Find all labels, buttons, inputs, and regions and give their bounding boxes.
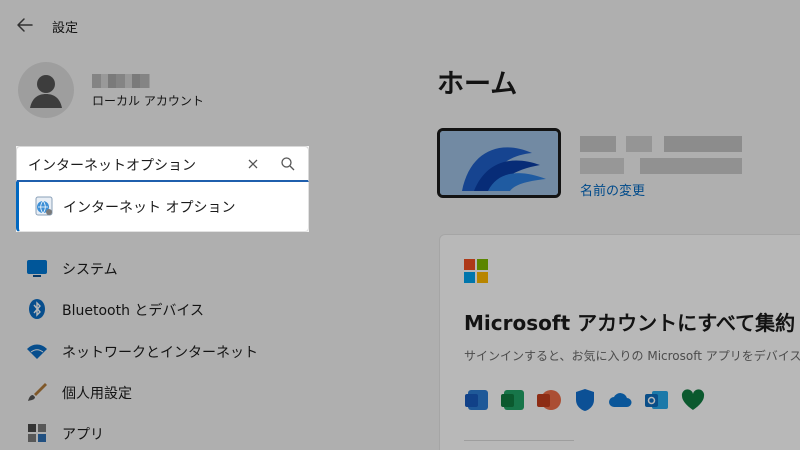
search-button[interactable] <box>279 155 297 173</box>
family-icon <box>680 387 706 413</box>
sidebar-item-label: ネットワークとインターネット <box>62 345 258 361</box>
defender-icon <box>572 387 598 413</box>
card-description: サインインすると、お気に入りの Microsoft アプリをデバイスに <box>464 349 800 363</box>
search-icon <box>281 157 295 171</box>
suggestion-label: インターネット オプション <box>63 200 236 216</box>
search-suggestion[interactable]: インターネット オプション <box>16 182 309 232</box>
sidebar-item-label: システム <box>62 262 118 278</box>
divider <box>464 440 574 441</box>
account-type: ローカル アカウント <box>92 94 204 108</box>
excel-icon <box>500 387 526 413</box>
microsoft-logo-icon <box>464 259 488 283</box>
brush-icon <box>26 381 48 403</box>
sidebar-item-personalization[interactable]: 個人用設定 <box>20 372 300 410</box>
wallpaper-bloom-icon <box>440 131 558 195</box>
title-bar: 設定 <box>0 0 800 50</box>
settings-window: 設定 ローカル アカウント システム Bluetooth とデバイス ネットワー… <box>0 0 800 450</box>
monitor-icon <box>26 257 48 279</box>
page-title: ホーム <box>437 69 518 100</box>
dim-overlay <box>0 146 16 232</box>
rename-link[interactable]: 名前の変更 <box>580 180 645 199</box>
sidebar-item-apps[interactable]: アプリ <box>20 413 300 450</box>
apps-icon <box>26 422 48 444</box>
device-name-redacted <box>580 132 742 176</box>
account-name-redacted <box>92 74 150 88</box>
app-title: 設定 <box>52 21 79 36</box>
sidebar-item-system[interactable]: システム <box>20 248 300 286</box>
onedrive-icon <box>608 387 634 413</box>
close-icon <box>248 159 258 169</box>
sidebar-item-label: 個人用設定 <box>62 386 132 402</box>
device-thumbnail <box>437 128 561 198</box>
powerpoint-icon <box>536 387 562 413</box>
search-input[interactable]: インターネットオプション <box>28 155 196 175</box>
sidebar-item-network[interactable]: ネットワークとインターネット <box>20 331 300 369</box>
arrow-left-icon <box>17 18 33 32</box>
bluetooth-icon <box>26 298 48 320</box>
sidebar-item-label: Bluetooth とデバイス <box>62 303 204 319</box>
sidebar-item-bluetooth[interactable]: Bluetooth とデバイス <box>20 289 300 327</box>
word-icon <box>464 387 490 413</box>
internet-options-icon <box>33 195 55 217</box>
card-title: Microsoft アカウントにすべて集約 <box>464 311 796 335</box>
wifi-icon <box>26 340 48 362</box>
app-icon-row <box>464 387 724 415</box>
person-icon <box>30 75 62 108</box>
avatar[interactable] <box>18 62 74 118</box>
microsoft-account-card: Microsoft アカウントにすべて集約 サインインすると、お気に入りの Mi… <box>439 234 800 450</box>
back-button[interactable] <box>14 14 36 36</box>
clear-search-button[interactable] <box>244 155 262 173</box>
outlook-icon <box>644 387 670 413</box>
sidebar-item-label: アプリ <box>62 427 104 443</box>
search-box[interactable]: インターネットオプション <box>16 146 309 182</box>
